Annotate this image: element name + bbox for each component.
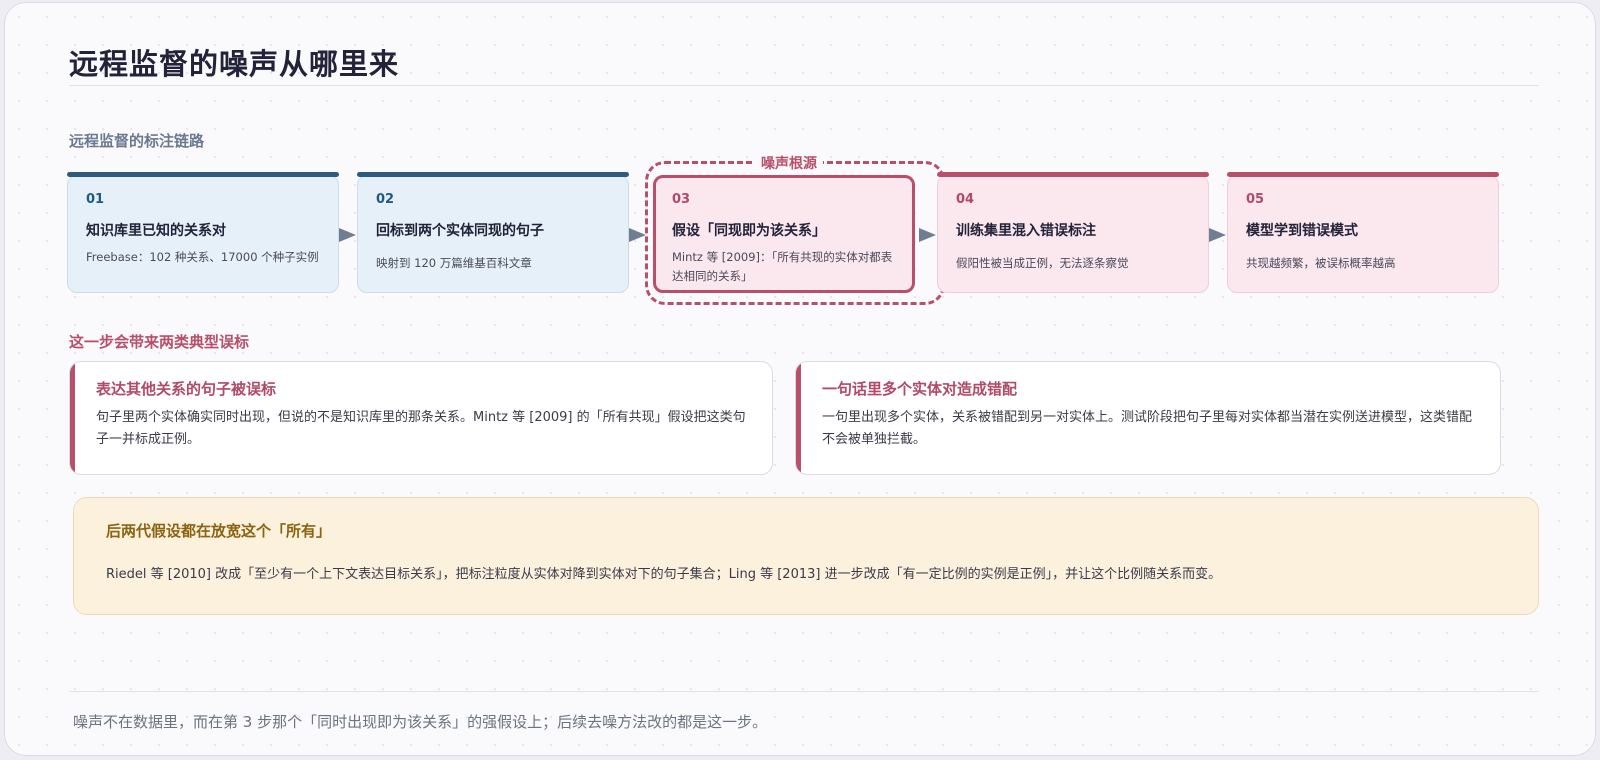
step-description: 共现越频繁，被误标概率越高 (1246, 256, 1396, 270)
step-title: 假设「同现即为该关系」 (672, 223, 826, 239)
step-description: Mintz 等 [2009]：「所有共现的实体对都表达相同的关系」 (672, 250, 893, 283)
footer-caption: 噪声不在数据里，而在第 3 步那个「同时出现即为该关系」的强假设上；后续去噪方法… (73, 713, 768, 731)
step-number: 02 (376, 192, 395, 207)
step-description: 映射到 120 万篇维基百科文章 (376, 256, 532, 270)
page-title: 远程监督的噪声从哪里来 (69, 47, 400, 81)
step-card-02: 02 回标到两个实体同现的句子 映射到 120 万篇维基百科文章 (357, 172, 629, 293)
mislabel-card-multi-entity: 一句话里多个实体对造成错配 一句里出现多个实体，关系被错配到另一对实体上。测试阶… (795, 361, 1501, 475)
step-card-01: 01 知识库里已知的关系对 Freebase：102 种关系、17000 个种子… (67, 172, 339, 293)
step-accent-bar (937, 172, 1209, 177)
arrow-right-icon (339, 228, 356, 242)
arrow-right-icon (1209, 228, 1226, 242)
note-body: Riedel 等 [2010] 改成「至少有一个上下文表达目标关系」，把标注粒度… (106, 567, 1222, 582)
step-number: 01 (86, 192, 105, 207)
mislabel-title: 表达其他关系的句子被误标 (96, 380, 277, 398)
mislabel-body: 一句里出现多个实体，关系被错配到另一对实体上。测试阶段把句子里每对实体都当潜在实… (822, 410, 1473, 447)
step-title: 回标到两个实体同现的句子 (376, 223, 544, 239)
note-title: 后两代假设都在放宽这个「所有」 (106, 522, 332, 540)
mislabel-section-label: 这一步会带来两类典型误标 (69, 333, 250, 351)
arrow-right-icon (629, 228, 646, 242)
step-title: 模型学到错误模式 (1246, 223, 1358, 239)
arrow-right-icon (919, 228, 936, 242)
step-title: 知识库里已知的关系对 (86, 223, 226, 239)
mislabel-card-other-relation: 表达其他关系的句子被误标 句子里两个实体确实同时出现，但说的不是知识库里的那条关… (69, 361, 773, 475)
step-number: 04 (956, 192, 975, 207)
step-number: 03 (672, 192, 691, 207)
title-divider (69, 85, 1539, 86)
mislabel-accent-bar (796, 362, 801, 474)
step-card-03: 03 假设「同现即为该关系」 Mintz 等 [2009]：「所有共现的实体对都… (653, 175, 915, 293)
chain-section-label: 远程监督的标注链路 (69, 132, 205, 150)
mislabel-title: 一句话里多个实体对造成错配 (822, 380, 1018, 398)
diagram-card: 远程监督的噪声从哪里来 远程监督的标注链路 01 知识库里已知的关系对 Free… (4, 2, 1596, 756)
step-description: 假阳性被当成正例，无法逐条察觉 (956, 256, 1129, 270)
step-accent-bar (1227, 172, 1499, 177)
mislabel-body: 句子里两个实体确实同时出现，但说的不是知识库里的那条关系。Mintz 等 [20… (96, 410, 746, 447)
step-card-04: 04 训练集里混入错误标注 假阳性被当成正例，无法逐条察觉 (937, 172, 1209, 293)
assumption-note-panel: 后两代假设都在放宽这个「所有」 Riedel 等 [2010] 改成「至少有一个… (73, 497, 1539, 615)
step-number: 05 (1246, 192, 1265, 207)
step-accent-bar (357, 172, 629, 177)
footer-divider (69, 691, 1539, 692)
step-description: Freebase：102 种关系、17000 个种子实例 (86, 250, 319, 264)
step-title: 训练集里混入错误标注 (956, 223, 1096, 239)
step-card-05: 05 模型学到错误模式 共现越频繁，被误标概率越高 (1227, 172, 1499, 293)
step-accent-bar (67, 172, 339, 177)
mislabel-accent-bar (70, 362, 75, 474)
noise-source-label: 噪声根源 (755, 153, 823, 173)
